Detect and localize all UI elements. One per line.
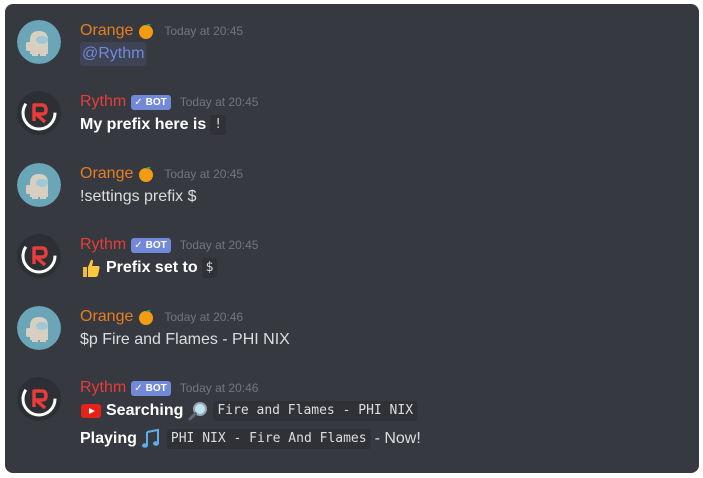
rythm-logo-avatar-icon [17, 234, 61, 278]
author-name[interactable]: Rythm [80, 92, 126, 112]
message-bold-text: My prefix here is [80, 116, 207, 133]
among-us-crewmate-avatar-icon [17, 306, 61, 350]
message-timestamp: Today at 20:45 [164, 24, 244, 38]
check-icon: ✓ [134, 382, 143, 394]
message-content: !settings prefix $ [80, 185, 197, 209]
user-avatar[interactable] [17, 20, 61, 64]
message-header: Rythm ✓ BOT Today at 20:45 [80, 234, 258, 256]
inline-code: $ [201, 258, 218, 278]
message-header: Orange Today at 20:45 [80, 163, 243, 185]
user-avatar[interactable] [17, 306, 61, 350]
musical-notes-emoji-icon [141, 428, 159, 448]
message-text: !settings prefix $ [80, 188, 197, 205]
message-timestamp: Today at 20:46 [164, 310, 244, 324]
message-item: Rythm ✓ BOT Today at 20:45 My prefix her… [5, 91, 699, 151]
rythm-logo-avatar-icon [17, 91, 61, 135]
chat-window: Orange Today at 20:45 @Rythm Rythm ✓ BOT [5, 4, 699, 473]
message-item: Orange Today at 20:46 $p Fire and Flames… [5, 306, 699, 366]
user-mention[interactable]: @Rythm [80, 42, 147, 66]
message-timestamp: Today at 20:46 [179, 381, 259, 395]
message-bold-text: Prefix set to [106, 259, 198, 276]
message-timestamp: Today at 20:45 [179, 95, 259, 109]
message-content: $p Fire and Flames - PHI NIX [80, 328, 290, 352]
now-playing-code: PHI NIX - Fire And Flames [166, 429, 371, 449]
bot-tag-label: BOT [145, 96, 167, 108]
bot-avatar[interactable] [17, 377, 61, 421]
among-us-crewmate-avatar-icon [17, 20, 61, 64]
tangerine-emoji-icon [139, 310, 154, 325]
author-name[interactable]: Rythm [80, 235, 126, 255]
bot-avatar[interactable] [17, 91, 61, 135]
among-us-crewmate-avatar-icon [17, 163, 61, 207]
message-header: Rythm ✓ BOT Today at 20:45 [80, 91, 258, 113]
playing-suffix: - Now! [374, 430, 421, 447]
thumbs-up-emoji-icon [83, 259, 100, 277]
message-item: Orange Today at 20:45 @Rythm [5, 20, 699, 80]
message-content: Prefix set to $ [80, 256, 218, 280]
tangerine-emoji-icon [139, 167, 154, 182]
check-icon: ✓ [134, 96, 143, 108]
message-header: Rythm ✓ BOT Today at 20:46 [80, 377, 258, 399]
message-content-line-2: Playing PHI NIX - Fire And Flames - Now! [80, 427, 421, 451]
youtube-icon [81, 404, 101, 418]
bot-tag-label: BOT [145, 239, 167, 251]
bot-tag: ✓ BOT [131, 94, 171, 110]
check-icon: ✓ [134, 239, 143, 251]
message-item: Rythm ✓ BOT Today at 20:46 Searching Fir… [5, 377, 699, 467]
searching-label: Searching [106, 402, 184, 419]
tangerine-emoji-icon [139, 24, 154, 39]
bot-tag-label: BOT [145, 382, 167, 394]
author-name[interactable]: Orange [80, 307, 133, 327]
bot-tag: ✓ BOT [131, 237, 171, 253]
message-timestamp: Today at 20:45 [179, 238, 259, 252]
message-content: Searching Fire and Flames - PHI NIX [80, 399, 418, 423]
author-name[interactable]: Orange [80, 164, 133, 184]
rythm-logo-avatar-icon [17, 377, 61, 421]
message-content: My prefix here is ! [80, 113, 227, 137]
message-header: Orange Today at 20:46 [80, 306, 243, 328]
message-text: $p Fire and Flames - PHI NIX [80, 331, 290, 348]
message-item: Rythm ✓ BOT Today at 20:45 Prefix set to… [5, 234, 699, 294]
bot-avatar[interactable] [17, 234, 61, 278]
author-name[interactable]: Rythm [80, 378, 126, 398]
message-content: @Rythm [80, 42, 147, 66]
author-name[interactable]: Orange [80, 21, 133, 41]
search-query-code: Fire and Flames - PHI NIX [213, 401, 418, 421]
bot-tag: ✓ BOT [131, 380, 171, 396]
message-item: Orange Today at 20:45 !settings prefix $ [5, 163, 699, 223]
magnifying-glass-emoji-icon [188, 402, 208, 421]
inline-code: ! [210, 115, 227, 135]
playing-label: Playing [80, 430, 137, 447]
message-header: Orange Today at 20:45 [80, 20, 243, 42]
message-timestamp: Today at 20:45 [164, 167, 244, 181]
user-avatar[interactable] [17, 163, 61, 207]
